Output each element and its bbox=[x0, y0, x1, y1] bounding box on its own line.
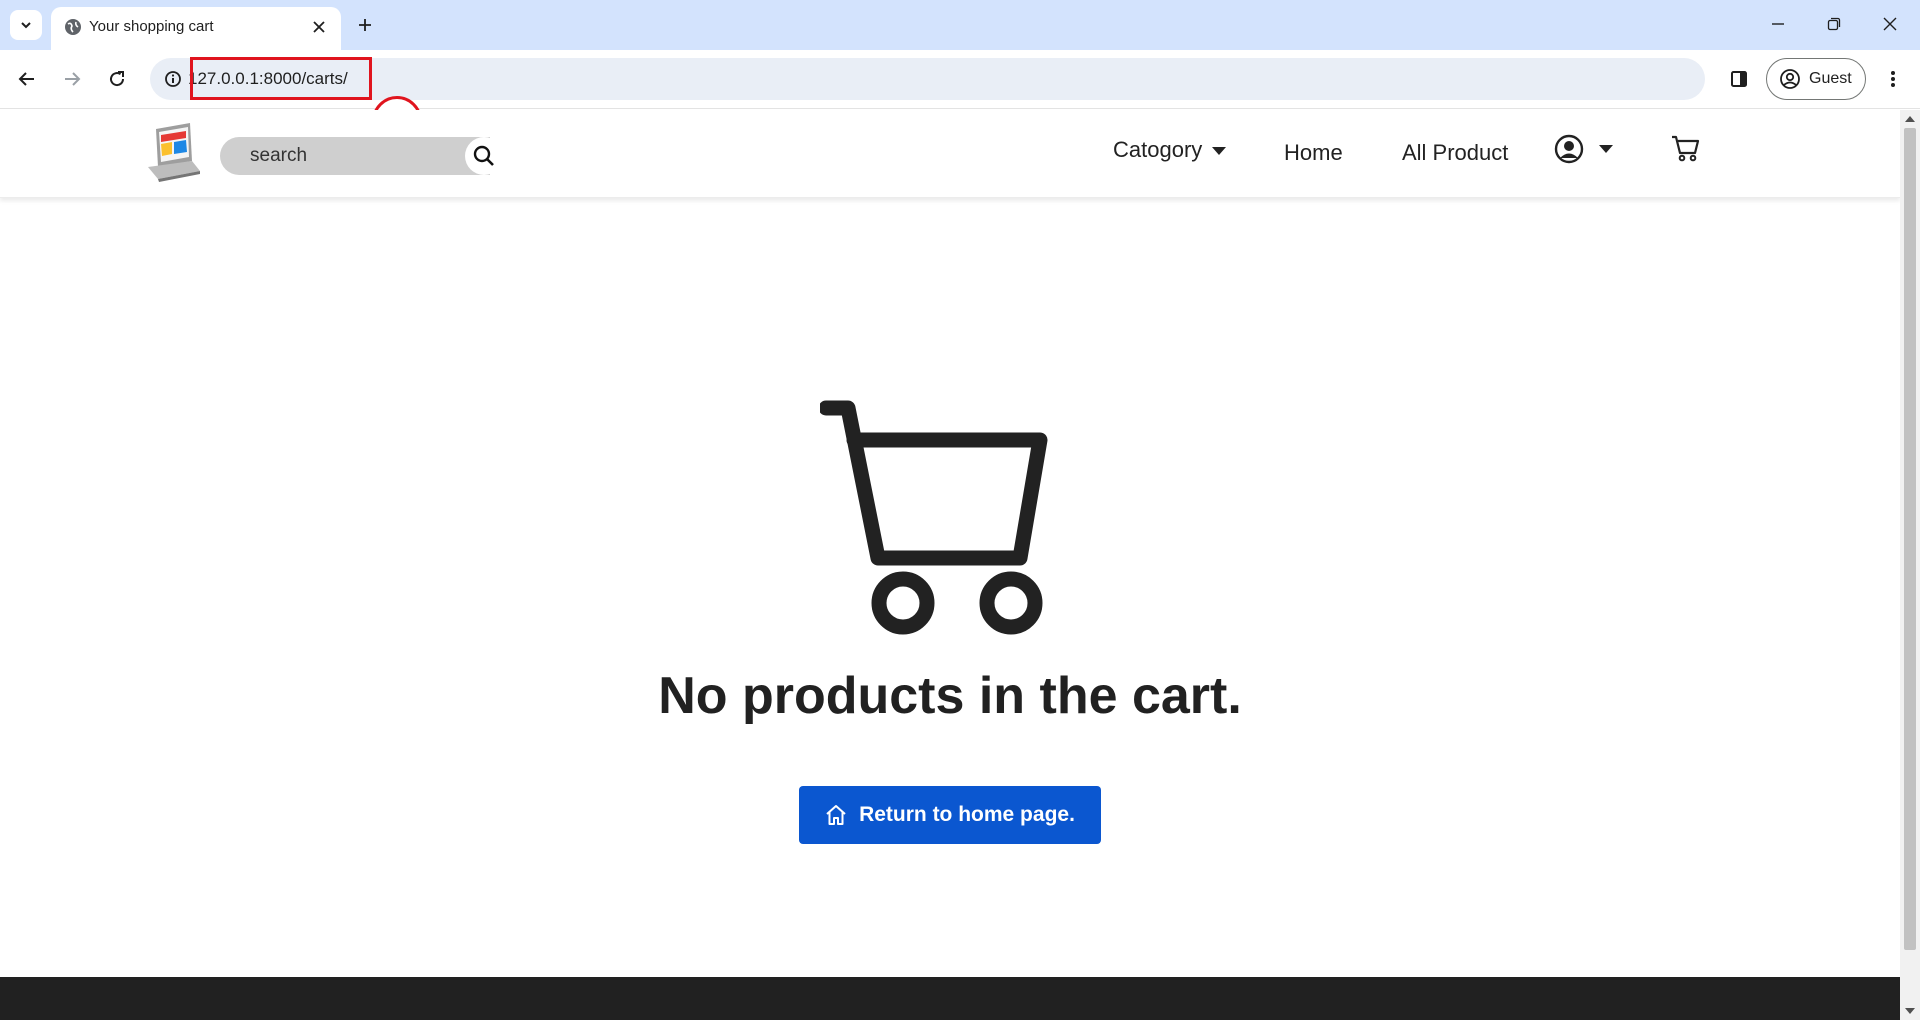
user-circle-icon bbox=[1554, 134, 1584, 164]
reload-button[interactable] bbox=[100, 62, 134, 96]
profile-icon bbox=[1780, 69, 1800, 89]
empty-cart-message: No products in the cart. bbox=[658, 667, 1242, 725]
kebab-menu-icon bbox=[1891, 71, 1895, 87]
nav-link-home[interactable]: Home bbox=[1284, 140, 1343, 166]
return-home-label: Return to home page. bbox=[859, 803, 1075, 826]
tab-title: Your shopping cart bbox=[89, 18, 214, 35]
minimize-button[interactable] bbox=[1758, 8, 1798, 40]
scroll-up-arrow-icon[interactable] bbox=[1905, 116, 1915, 122]
page-footer bbox=[0, 977, 1900, 1020]
caret-down-icon bbox=[1599, 145, 1613, 153]
tab-list-button[interactable] bbox=[10, 10, 42, 40]
search-input[interactable] bbox=[220, 137, 490, 175]
plus-icon bbox=[359, 19, 371, 31]
site-info-button[interactable] bbox=[160, 66, 186, 92]
profile-label: Guest bbox=[1809, 70, 1852, 87]
nav-link-all-products[interactable]: All Product bbox=[1402, 140, 1508, 166]
side-panel-icon bbox=[1731, 71, 1747, 87]
empty-cart-icon bbox=[820, 400, 1048, 635]
category-label: Catogory bbox=[1113, 137, 1203, 162]
cart-icon[interactable] bbox=[1670, 132, 1702, 164]
page-viewport: Catogory Home All Product No products in… bbox=[0, 110, 1900, 1020]
browser-menu-button[interactable] bbox=[1876, 62, 1910, 96]
side-panel-button[interactable] bbox=[1722, 62, 1756, 96]
return-home-button[interactable]: Return to home page. bbox=[799, 786, 1101, 844]
restore-icon bbox=[1827, 17, 1841, 31]
forward-arrow-icon bbox=[65, 72, 81, 86]
minimize-icon bbox=[1772, 23, 1784, 25]
scrollbar-thumb[interactable] bbox=[1904, 128, 1916, 950]
close-icon bbox=[1883, 17, 1897, 31]
forward-button[interactable] bbox=[55, 62, 89, 96]
vertical-scrollbar[interactable] bbox=[1900, 110, 1920, 1020]
info-icon bbox=[165, 71, 181, 87]
search-icon bbox=[473, 145, 494, 166]
address-bar[interactable]: 127.0.0.1:8000/carts/ bbox=[150, 58, 1705, 100]
back-button[interactable] bbox=[10, 62, 44, 96]
window-close-button[interactable] bbox=[1870, 8, 1910, 40]
close-icon bbox=[313, 21, 325, 33]
browser-tabstrip: Your shopping cart bbox=[0, 0, 1920, 50]
tab-close-button[interactable] bbox=[307, 15, 331, 39]
category-dropdown[interactable]: Catogory bbox=[1113, 137, 1227, 163]
site-navbar: Catogory Home All Product bbox=[0, 110, 1900, 198]
restore-button[interactable] bbox=[1814, 8, 1854, 40]
tab-shopping-cart[interactable]: Your shopping cart bbox=[51, 7, 341, 50]
browser-toolbar: 127.0.0.1:8000/carts/ Guest bbox=[0, 50, 1920, 109]
search-button[interactable] bbox=[465, 137, 503, 175]
globe-icon bbox=[65, 19, 81, 35]
profile-button[interactable]: Guest bbox=[1766, 58, 1866, 100]
url-text[interactable]: 127.0.0.1:8000/carts/ bbox=[188, 69, 348, 89]
new-tab-button[interactable] bbox=[350, 10, 380, 40]
search-form bbox=[220, 137, 503, 175]
home-icon bbox=[826, 805, 846, 825]
reload-icon bbox=[110, 71, 125, 87]
chevron-down-icon bbox=[21, 22, 31, 29]
caret-down-icon bbox=[1212, 147, 1227, 156]
back-arrow-icon bbox=[18, 72, 34, 86]
scroll-down-arrow-icon[interactable] bbox=[1905, 1008, 1915, 1014]
laptop-logo-icon[interactable] bbox=[146, 123, 202, 183]
user-menu-dropdown[interactable] bbox=[1553, 132, 1613, 166]
